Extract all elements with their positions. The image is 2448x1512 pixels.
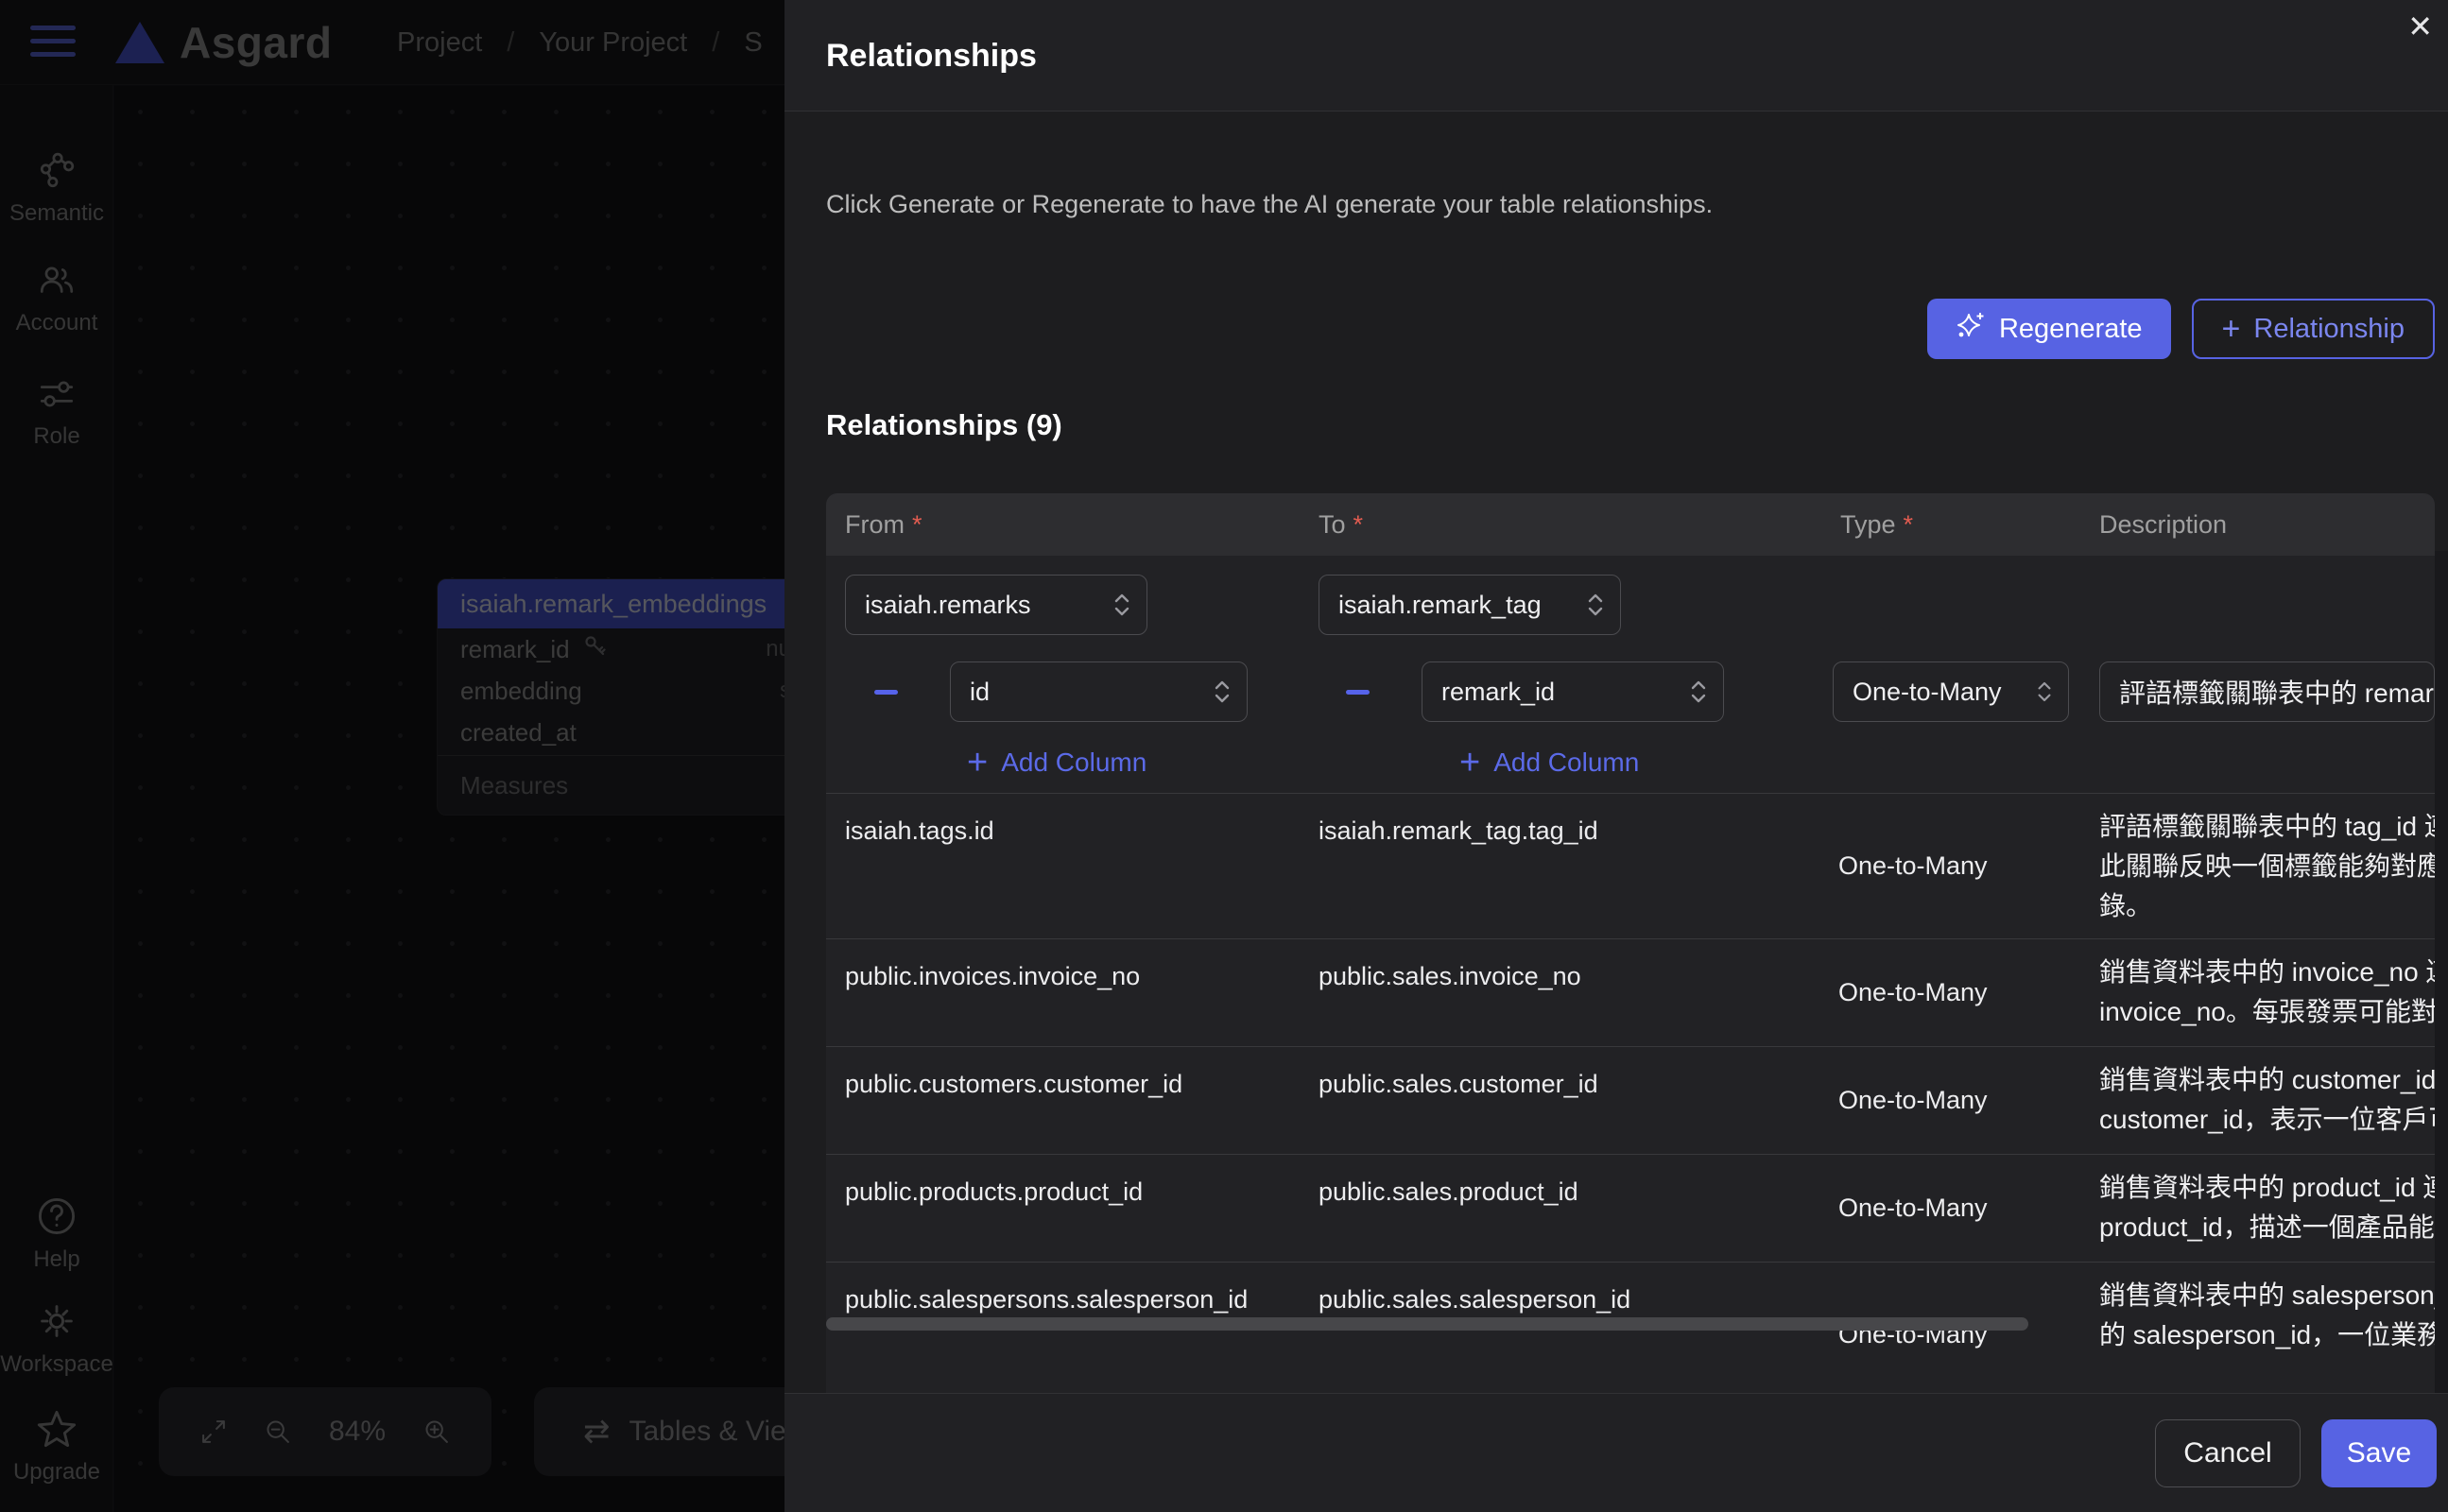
modal-info-text: Click Generate or Regenerate to have the… xyxy=(826,190,2435,219)
screen: Asgard Project / Your Project / S Semant… xyxy=(0,0,2448,1512)
regenerate-button[interactable]: Regenerate xyxy=(1927,299,2171,359)
row-from: public.products.product_id xyxy=(826,1155,1300,1262)
relationship-row[interactable]: public.invoices.invoice_no public.sales.… xyxy=(826,938,2435,1046)
relationship-type-select[interactable]: One-to-Many xyxy=(1833,662,2069,722)
relationships-table: From* To* Type* Description xyxy=(826,493,2435,1393)
add-column-button-to[interactable]: + Add Column xyxy=(1459,745,1639,781)
modal-actions: Regenerate + Relationship xyxy=(826,299,2435,359)
table-header-row: From* To* Type* Description xyxy=(826,493,2435,556)
from-table-select[interactable]: isaiah.remarks xyxy=(845,575,1147,635)
relationships-modal: Relationships ✕ Click Generate or Regene… xyxy=(784,0,2448,1512)
row-from: isaiah.tags.id xyxy=(826,794,1300,938)
row-from: public.invoices.invoice_no xyxy=(826,939,1300,1046)
chevron-up-down-icon xyxy=(1213,678,1232,706)
modal-title: Relationships xyxy=(826,0,1037,112)
row-type: One-to-Many xyxy=(1821,794,2080,938)
to-table-select[interactable]: isaiah.remark_tag xyxy=(1319,575,1621,635)
row-to: public.sales.product_id xyxy=(1300,1155,1821,1262)
row-type: One-to-Many xyxy=(1821,939,2080,1046)
remove-column-icon[interactable] xyxy=(874,690,898,695)
save-button[interactable]: Save xyxy=(2321,1419,2437,1487)
row-description: 評語標籤關聯表中的 tag_id 連 此關聯反映一個標籤能夠對應 錄。 xyxy=(2080,794,2435,938)
plus-icon: + xyxy=(2222,313,2241,345)
row-from: public.customers.customer_id xyxy=(826,1047,1300,1154)
required-asterisk: * xyxy=(1904,510,1914,539)
modal-body: Click Generate or Regenerate to have the… xyxy=(784,112,2448,1393)
from-column-select[interactable]: id xyxy=(950,662,1248,722)
regenerate-label: Regenerate xyxy=(1999,314,2143,345)
vertical-scrollbar-track[interactable] xyxy=(2435,551,2448,1393)
horizontal-scrollbar-thumb[interactable] xyxy=(826,1317,2028,1331)
column-header-description: Description xyxy=(2080,510,2435,540)
close-icon[interactable]: ✕ xyxy=(2407,11,2433,42)
column-header-type: Type* xyxy=(1821,510,2080,540)
relationship-row[interactable]: public.customers.customer_id public.sale… xyxy=(826,1046,2435,1154)
chevron-up-down-icon xyxy=(1586,591,1605,619)
row-description: 銷售資料表中的 salesperson_ 的 salesperson_id，一位… xyxy=(2080,1263,2435,1393)
row-type: One-to-Many xyxy=(1821,1155,2080,1262)
description-input[interactable]: 評語標籤關聯表中的 remark xyxy=(2099,662,2435,722)
row-description: 銷售資料表中的 invoice_no 連 invoice_no。每張發票可能對應 xyxy=(2080,939,2435,1046)
to-column-select[interactable]: remark_id xyxy=(1422,662,1724,722)
row-to: public.sales.invoice_no xyxy=(1300,939,1821,1046)
column-header-to: To* xyxy=(1300,510,1821,540)
row-description: 銷售資料表中的 customer_id 連 customer_id，表示一位客戶… xyxy=(2080,1047,2435,1154)
plus-icon: + xyxy=(967,745,988,781)
row-type: One-to-Many xyxy=(1821,1047,2080,1154)
add-column-button-from[interactable]: + Add Column xyxy=(967,745,1146,781)
relationship-row[interactable]: public.products.product_id public.sales.… xyxy=(826,1154,2435,1262)
modal-footer: Cancel Save xyxy=(784,1393,2448,1512)
chevron-up-down-icon xyxy=(1689,678,1708,706)
relationship-row[interactable]: isaiah.tags.id isaiah.remark_tag.tag_id … xyxy=(826,793,2435,938)
relationships-count-heading: Relationships (9) xyxy=(826,408,2435,442)
required-asterisk: * xyxy=(1353,510,1364,539)
relationship-editor-row: isaiah.remarks isaiah.remark_tag xyxy=(826,556,2435,793)
chevron-up-down-icon xyxy=(1112,591,1131,619)
add-relationship-button[interactable]: + Relationship xyxy=(2192,299,2435,359)
add-relationship-label: Relationship xyxy=(2253,314,2405,345)
sparkles-icon xyxy=(1956,310,1986,348)
row-to: public.sales.customer_id xyxy=(1300,1047,1821,1154)
cancel-button[interactable]: Cancel xyxy=(2155,1419,2301,1487)
remove-column-icon[interactable] xyxy=(1346,690,1370,695)
plus-icon: + xyxy=(1459,745,1480,781)
modal-header: Relationships ✕ xyxy=(784,0,2448,112)
row-description: 銷售資料表中的 product_id 連 product_id，描述一個產品能 xyxy=(2080,1155,2435,1262)
column-header-from: From* xyxy=(826,510,1300,540)
row-to: isaiah.remark_tag.tag_id xyxy=(1300,794,1821,938)
required-asterisk: * xyxy=(912,510,922,539)
chevron-up-down-icon xyxy=(2036,679,2053,705)
